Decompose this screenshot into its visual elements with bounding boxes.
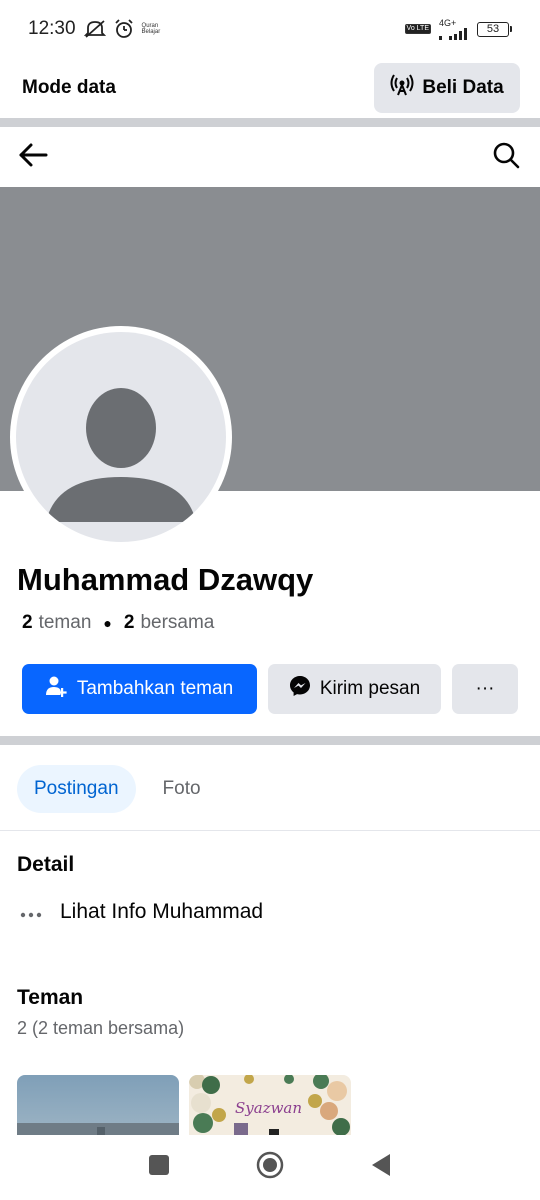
status-time: 12:30 — [28, 18, 76, 39]
data-mode-title: Mode data — [22, 77, 116, 98]
status-bar: 12:30 Quran Belajar Vo LTE 4G+ 53 — [0, 0, 540, 58]
tab-posts[interactable]: Postingan — [17, 765, 136, 813]
data-mode-bar: Mode data Beli Data — [0, 58, 540, 118]
see-info-row[interactable]: Lihat Info Muhammad — [20, 900, 263, 924]
divider — [0, 830, 540, 831]
ellipsis-icon — [20, 900, 42, 924]
home-icon[interactable] — [256, 1151, 284, 1184]
friends-subtitle: 2 (2 teman bersama) — [17, 1018, 185, 1038]
back-arrow-icon[interactable] — [18, 142, 48, 173]
friend-counts[interactable]: 2 teman ● 2 bersama — [22, 612, 214, 634]
avatar[interactable] — [10, 326, 232, 548]
quran-app-label: Quran Belajar — [141, 23, 161, 35]
divider — [0, 736, 540, 745]
send-message-button[interactable]: Kirim pesan — [268, 664, 441, 714]
search-icon[interactable] — [492, 141, 520, 174]
notifications-muted-icon — [83, 19, 106, 39]
alarm-icon — [114, 19, 134, 39]
see-info-label: Lihat Info Muhammad — [60, 900, 264, 923]
volte-badge: Vo LTE — [404, 24, 431, 34]
friends-count: 2 — [22, 612, 33, 633]
battery-indicator: 53 — [477, 21, 512, 37]
tab-photos[interactable]: Foto — [146, 765, 218, 813]
buy-data-button[interactable]: Beli Data — [374, 63, 520, 113]
friends-label: teman — [38, 612, 92, 633]
more-options-button[interactable]: ··· — [452, 664, 518, 714]
divider — [0, 118, 540, 127]
battery-level: 53 — [477, 21, 509, 37]
send-message-label: Kirim pesan — [319, 678, 421, 699]
back-icon[interactable] — [370, 1153, 392, 1182]
add-friend-icon — [45, 675, 68, 703]
signal-bars-icon — [439, 27, 467, 40]
details-title: Detail — [17, 853, 75, 876]
system-navigation-bar — [0, 1135, 540, 1200]
friend-photo[interactable]: Syazwan — [189, 1075, 351, 1135]
network-type: 4G+ — [439, 17, 457, 28]
mutual-count: 2 — [123, 612, 135, 633]
buy-data-label: Beli Data — [422, 77, 504, 98]
profile-actions: Tambahkan teman Kirim pesan ··· — [22, 664, 518, 714]
photo-caption-text: Syazwan — [235, 1099, 302, 1117]
friends-title: Teman — [17, 986, 84, 1009]
dot-separator: ● — [103, 615, 112, 631]
broadcast-icon — [390, 73, 414, 103]
more-options-icon: ··· — [475, 678, 495, 699]
recent-apps-icon[interactable] — [148, 1154, 170, 1181]
signal-indicator: 4G+ — [439, 17, 469, 40]
default-avatar-icon — [16, 332, 226, 542]
profile-name: Muhammad Dzawqy — [17, 562, 314, 597]
mutual-label: bersama — [140, 612, 215, 633]
profile-nav-bar — [0, 127, 540, 187]
add-friend-label: Tambahkan teman — [76, 678, 234, 699]
profile-tabs: Postingan Foto — [17, 765, 218, 813]
battery-tip — [510, 26, 512, 32]
messenger-icon — [289, 675, 311, 703]
add-friend-button[interactable]: Tambahkan teman — [22, 664, 257, 714]
friend-photo[interactable] — [17, 1075, 179, 1135]
